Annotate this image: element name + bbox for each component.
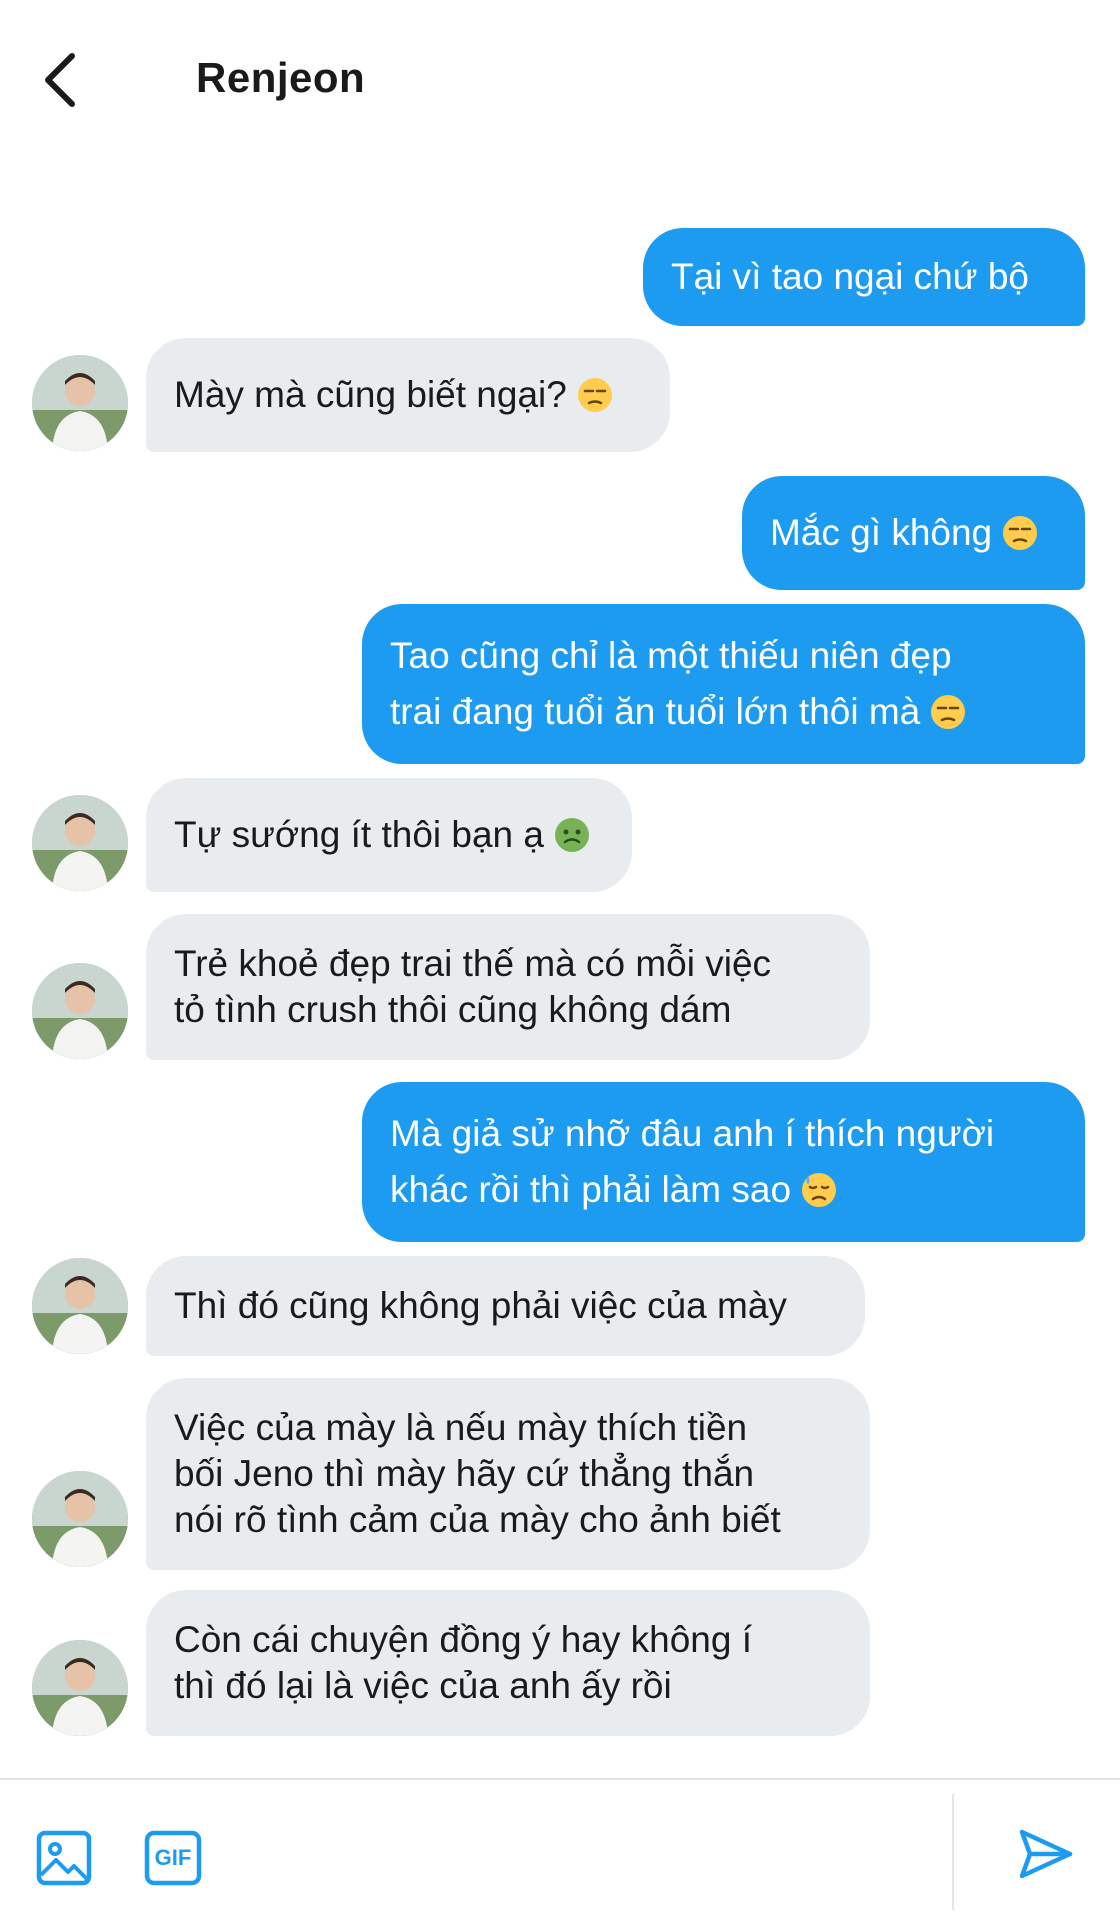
gif-label: GIF: [154, 1845, 192, 1870]
received-message[interactable]: Việc của mày là nếu mày thích tiền bối J…: [146, 1378, 870, 1570]
message-text: Mà giả sử nhỡ đâu anh í thích người khác…: [390, 1113, 995, 1210]
image-icon[interactable]: [36, 1830, 92, 1886]
received-message[interactable]: Thì đó cũng không phải việc của mày: [146, 1256, 865, 1356]
sent-message[interactable]: Tại vì tao ngại chứ bộ: [643, 228, 1085, 326]
message-list: Tại vì tao ngại chứ bộ Mày mà cũng biết …: [0, 0, 1120, 1770]
message-text: Còn cái chuyện đồng ý hay không í thì đó…: [174, 1619, 752, 1706]
composer-bar: GIF: [0, 1778, 1120, 1922]
message-text: Mày mà cũng biết ngại?: [174, 374, 567, 415]
sent-message[interactable]: Tao cũng chỉ là một thiếu niên đẹp trai …: [362, 604, 1085, 764]
contact-avatar[interactable]: [32, 795, 128, 891]
message-text: Tại vì tao ngại chứ bộ: [671, 256, 1029, 297]
sent-message[interactable]: Mắc gì không: [742, 476, 1085, 590]
message-text: Tự sướng ít thôi bạn ạ: [174, 814, 544, 855]
unamused-face-icon: [577, 377, 613, 413]
message-text: Thì đó cũng không phải việc của mày: [174, 1285, 787, 1326]
composer-divider: [952, 1794, 954, 1910]
gif-button[interactable]: GIF: [144, 1830, 202, 1886]
send-icon[interactable]: [1016, 1824, 1076, 1884]
contact-avatar[interactable]: [32, 355, 128, 451]
sent-message[interactable]: Mà giả sử nhỡ đâu anh í thích người khác…: [362, 1082, 1085, 1242]
contact-avatar[interactable]: [32, 1640, 128, 1736]
contact-avatar[interactable]: [32, 963, 128, 1059]
message-text: Việc của mày là nếu mày thích tiền bối J…: [174, 1407, 781, 1540]
unamused-face-icon: [930, 690, 966, 729]
message-text: Tao cũng chỉ là một thiếu niên đẹp trai …: [390, 628, 966, 740]
contact-avatar[interactable]: [32, 1471, 128, 1567]
unamused-face-icon: [1002, 515, 1038, 551]
received-message[interactable]: Còn cái chuyện đồng ý hay không í thì đó…: [146, 1590, 870, 1736]
received-message[interactable]: Mày mà cũng biết ngại?: [146, 338, 670, 452]
received-message[interactable]: Tự sướng ít thôi bạn ạ: [146, 778, 632, 892]
message-text: Mắc gì không: [770, 512, 993, 553]
received-message[interactable]: Trẻ khoẻ đẹp trai thế mà có mỗi việc tỏ …: [146, 914, 870, 1060]
nauseated-face-icon: [554, 817, 590, 853]
contact-avatar[interactable]: [32, 1258, 128, 1354]
message-text: Trẻ khoẻ đẹp trai thế mà có mỗi việc tỏ …: [174, 943, 772, 1030]
downcast-sweat-face-icon: [801, 1168, 837, 1207]
